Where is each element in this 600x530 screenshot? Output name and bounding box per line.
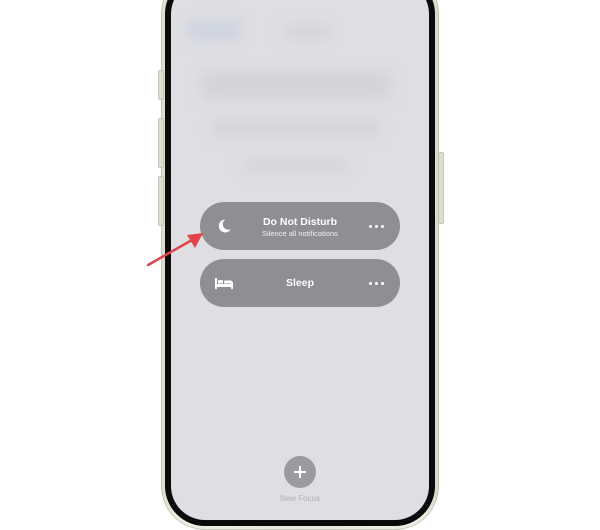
- action-button: [158, 70, 164, 100]
- plus-icon: [294, 466, 306, 478]
- blurred-background: [187, 20, 242, 40]
- focus-card-do-not-disturb[interactable]: Do Not Disturb Silence all notifications: [200, 202, 400, 250]
- annotation-arrow-icon: [146, 233, 203, 267]
- new-focus-button[interactable]: [284, 456, 316, 488]
- focus-card-sleep[interactable]: Sleep: [200, 259, 400, 307]
- blurred-background: [211, 120, 381, 136]
- volume-up-button: [158, 118, 164, 168]
- more-options-icon[interactable]: [368, 220, 386, 232]
- blurred-background: [241, 160, 351, 172]
- volume-down-button: [158, 176, 164, 226]
- more-options-icon[interactable]: [368, 277, 386, 289]
- new-focus-label: New Focus: [279, 494, 320, 503]
- blurred-background: [281, 25, 331, 39]
- blurred-background: [201, 70, 391, 100]
- side-button: [438, 152, 444, 224]
